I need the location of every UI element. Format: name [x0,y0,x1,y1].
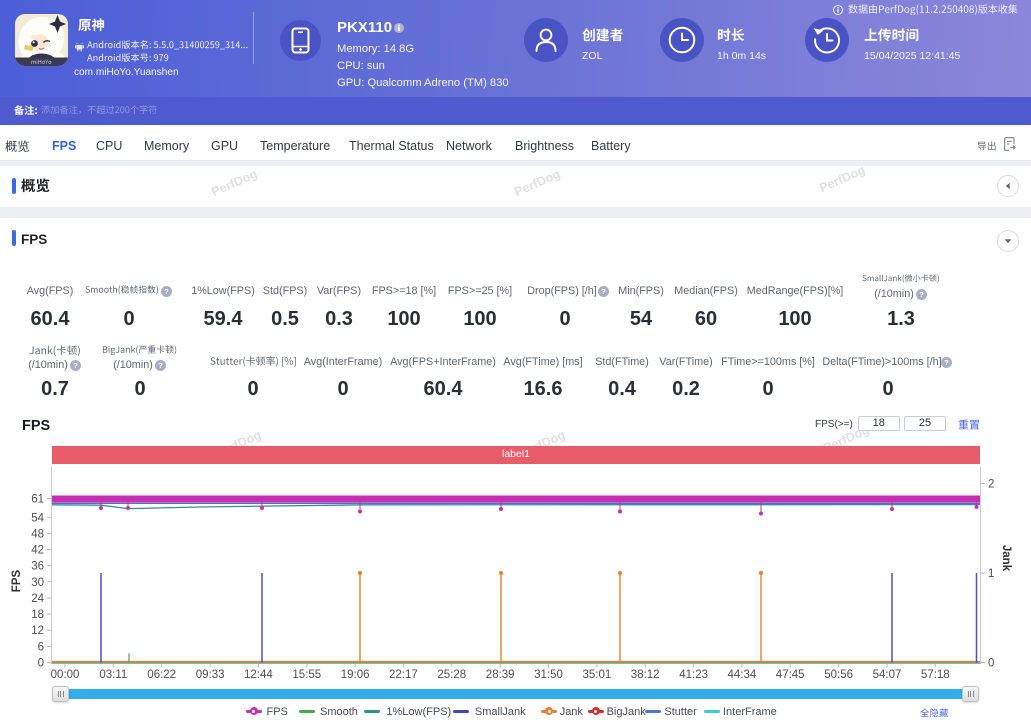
svg-text:44:34: 44:34 [728,669,757,681]
svg-text:09:33: 09:33 [196,669,225,681]
svg-text:47:45: 47:45 [776,669,805,681]
svg-text:Jank: Jank [1000,545,1012,572]
svg-text:12: 12 [31,625,44,637]
svg-text:?: ? [944,358,949,367]
svg-text:35:01: 35:01 [583,669,612,681]
svg-text:18: 18 [31,609,44,621]
svg-text:?: ? [165,287,170,296]
svg-text:?: ? [73,361,78,370]
svg-text:54: 54 [31,512,44,524]
svg-text:54:07: 54:07 [873,669,902,681]
svg-text:?: ? [158,361,163,370]
svg-text:00:00: 00:00 [51,669,80,681]
svg-text:48: 48 [31,529,44,541]
svg-text:12:44: 12:44 [244,669,273,681]
svg-text:28:39: 28:39 [486,669,515,681]
svg-text:FPS: FPS [11,569,23,592]
svg-text:?: ? [919,290,924,299]
svg-text:24: 24 [31,593,44,605]
svg-text:30: 30 [31,577,44,589]
svg-text:06:22: 06:22 [147,669,176,681]
svg-text:1: 1 [988,568,994,580]
svg-text:31:50: 31:50 [534,669,563,681]
svg-text:22:17: 22:17 [389,669,418,681]
svg-text:15:55: 15:55 [292,669,321,681]
svg-text:38:12: 38:12 [631,669,660,681]
svg-text:50:56: 50:56 [824,669,853,681]
svg-text:36: 36 [31,561,44,573]
svg-text:61: 61 [31,494,44,506]
svg-text:42: 42 [31,545,44,557]
svg-text:?: ? [601,287,606,296]
svg-text:57:18: 57:18 [921,669,950,681]
svg-text:2: 2 [988,479,994,491]
svg-text:41:23: 41:23 [679,669,708,681]
svg-text:0: 0 [988,658,994,670]
svg-text:0: 0 [38,658,44,670]
svg-text:19:06: 19:06 [341,669,370,681]
svg-text:6: 6 [38,641,44,653]
svg-text:03:11: 03:11 [99,669,127,681]
svg-text:25:28: 25:28 [437,669,466,681]
